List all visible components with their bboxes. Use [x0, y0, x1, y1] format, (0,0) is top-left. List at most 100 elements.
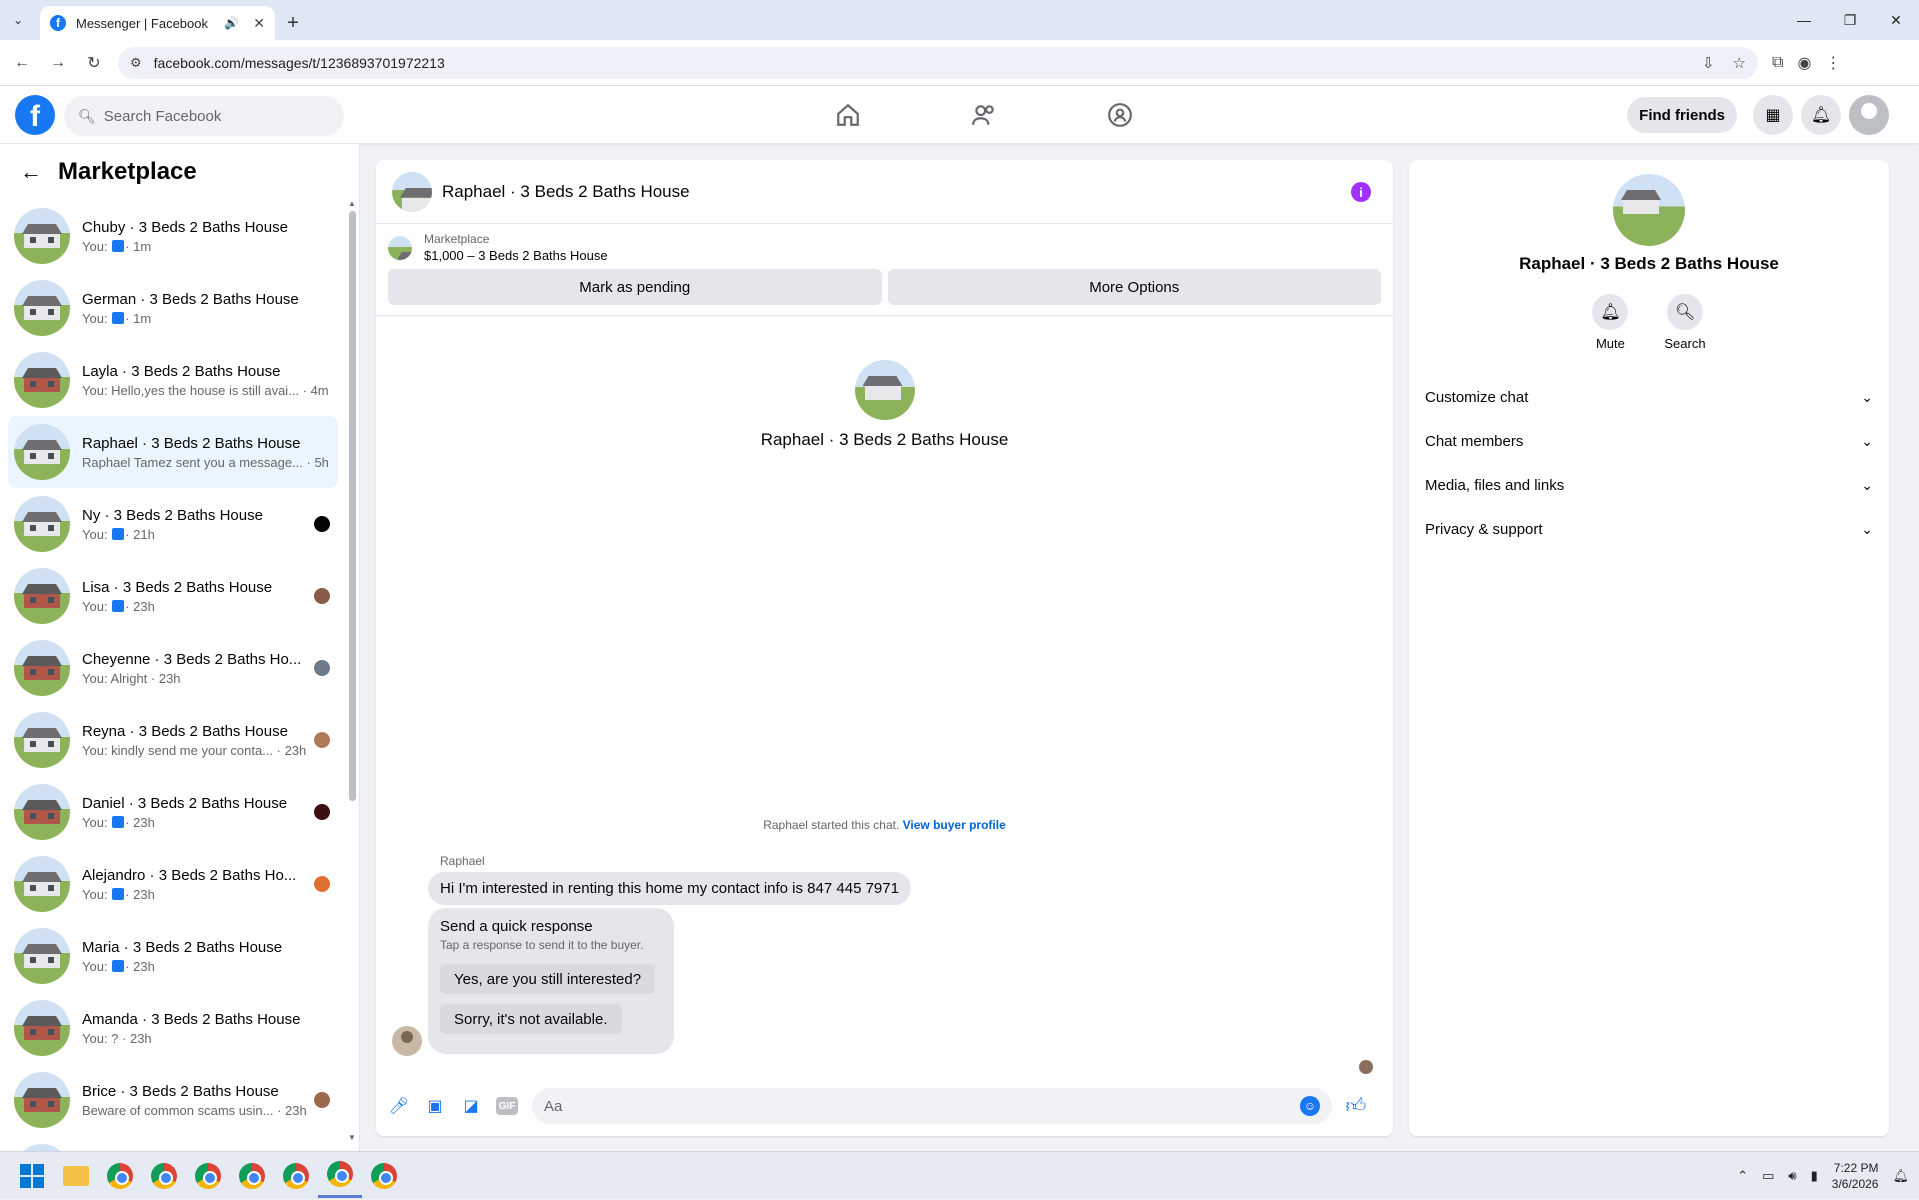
- chrome-taskbar-button[interactable]: [274, 1154, 318, 1198]
- chrome-taskbar-button[interactable]: [230, 1154, 274, 1198]
- like-thumb-icon[interactable]: 👍︎: [1344, 1094, 1368, 1118]
- chrome-taskbar-button[interactable]: [362, 1154, 406, 1198]
- more-options-button[interactable]: More Options: [887, 269, 1381, 305]
- install-app-icon[interactable]: ⇩: [1702, 54, 1715, 72]
- conversation-name: Maria · 3 Beds 2 Baths House: [82, 938, 283, 956]
- conversation-item[interactable]: Ny · 3 Beds 2 Baths House You: · 21h: [8, 488, 338, 560]
- start-button[interactable]: [10, 1154, 54, 1198]
- message-input[interactable]: Aa ☺: [532, 1088, 1332, 1124]
- conversation-item[interactable]: Chuby · 3 Beds 2 Baths House You: · 1m: [8, 200, 338, 272]
- chrome-taskbar-button[interactable]: [186, 1154, 230, 1198]
- new-tab-button[interactable]: +: [275, 6, 311, 40]
- quick-response-option[interactable]: Yes, are you still interested?: [440, 964, 656, 994]
- conversation-list: Chuby · 3 Beds 2 Baths House You: · 1m Ger…: [0, 200, 359, 1151]
- section-customize-chat[interactable]: Customize chat ⌄: [1409, 375, 1889, 419]
- menu-grid-icon[interactable]: ▦: [1753, 95, 1793, 135]
- conversation-preview: You: · 23h: [82, 958, 155, 974]
- incoming-message[interactable]: Hi I'm interested in renting this home m…: [428, 872, 911, 905]
- groups-icon[interactable]: [1052, 86, 1188, 144]
- quick-response-option[interactable]: Sorry, it's not available.: [440, 1004, 622, 1034]
- conversation-item[interactable]: Brice · 3 Beds 2 Baths House Beware of co…: [8, 1064, 338, 1136]
- search-facebook-input[interactable]: 🔍︎ Search Facebook: [64, 96, 344, 136]
- sidebar-scrollbar[interactable]: ▲ ▼: [348, 199, 356, 1142]
- read-receipt-avatar: [314, 588, 330, 604]
- chat-title[interactable]: Raphael · 3 Beds 2 Baths House: [442, 182, 690, 202]
- info-avatar[interactable]: [1613, 174, 1685, 246]
- conversation-item[interactable]: Alejandro · 3 Beds 2 Baths Ho... You: · 2…: [8, 848, 338, 920]
- clock-date: 3/6/2026: [1831, 1177, 1879, 1191]
- mute-button[interactable]: 🔔︎ Mute: [1592, 294, 1629, 351]
- facebook-logo-icon[interactable]: f: [15, 95, 55, 135]
- scroll-up-icon[interactable]: ▲: [348, 199, 356, 208]
- conversation-name: Chuby · 3 Beds 2 Baths House: [82, 218, 288, 236]
- url-text[interactable]: facebook.com/messages/t/1236893701972213: [154, 55, 445, 71]
- network-icon[interactable]: ▭: [1762, 1168, 1774, 1184]
- browser-tab[interactable]: f Messenger | Facebook 🔊 ✕: [40, 6, 275, 40]
- conversation-item[interactable]: Layla · 3 Beds 2 Baths House You: Hello,y…: [8, 344, 338, 416]
- chat-avatar[interactable]: [392, 171, 432, 212]
- menu-kebab-icon[interactable]: ⋮: [1825, 53, 1841, 73]
- extensions-icon[interactable]: ⧉: [1772, 54, 1783, 72]
- battery-icon[interactable]: ▮: [1811, 1168, 1818, 1184]
- started-text: Raphael started this chat.: [763, 818, 903, 832]
- listing-thumbnail: [388, 235, 412, 260]
- emoji-icon[interactable]: ☺: [1300, 1096, 1320, 1116]
- section-chat-members[interactable]: Chat members ⌄: [1409, 419, 1889, 463]
- like-thumb-icon: [112, 527, 125, 540]
- mark-as-pending-button[interactable]: Mark as pending: [388, 269, 882, 305]
- close-window-icon[interactable]: ✕: [1873, 0, 1919, 40]
- close-tab-icon[interactable]: ✕: [253, 15, 265, 32]
- home-icon[interactable]: [780, 86, 916, 144]
- gif-icon[interactable]: GIF: [496, 1097, 518, 1115]
- clock-time: 7:22 PM: [1833, 1161, 1879, 1175]
- conversation-item[interactable]: Terry · 3 Beds 2 Baths House: [8, 1136, 338, 1151]
- conversation-item[interactable]: Daniel · 3 Beds 2 Baths House You: · 23h: [8, 776, 338, 848]
- clock[interactable]: 7:22 PM 3/6/2026: [1832, 1160, 1879, 1192]
- restore-icon[interactable]: ❐: [1827, 0, 1873, 40]
- conversation-avatar: [14, 280, 70, 336]
- find-friends-button[interactable]: Find friends: [1627, 97, 1737, 133]
- conversation-item[interactable]: German · 3 Beds 2 Baths House You: · 1m: [8, 272, 338, 344]
- audio-playing-icon[interactable]: 🔊: [224, 16, 239, 30]
- conversation-preview: You: · 1m: [82, 238, 152, 254]
- notifications-bell-icon[interactable]: 🔔︎: [1801, 95, 1841, 135]
- conversation-item[interactable]: Amanda · 3 Beds 2 Baths House You: ? · 23…: [8, 992, 338, 1064]
- back-icon[interactable]: ←: [8, 49, 36, 77]
- conversation-item[interactable]: Maria · 3 Beds 2 Baths House You: · 23h: [8, 920, 338, 992]
- conversation-item[interactable]: Raphael · 3 Beds 2 Baths House Raphael Ta…: [8, 416, 338, 488]
- scroll-down-icon[interactable]: ▼: [348, 1133, 356, 1142]
- tab-search-dropdown-icon[interactable]: ⌄: [0, 0, 36, 40]
- back-arrow-icon[interactable]: ←: [20, 159, 42, 185]
- forward-icon[interactable]: →: [44, 49, 72, 77]
- tray-overflow-icon[interactable]: ⌃: [1737, 1168, 1748, 1184]
- chrome-taskbar-button[interactable]: [98, 1154, 142, 1198]
- file-explorer-button[interactable]: [54, 1154, 98, 1198]
- friends-icon[interactable]: [916, 86, 1052, 144]
- search-in-chat-button[interactable]: 🔍︎ Search: [1664, 294, 1706, 351]
- bookmark-star-icon[interactable]: ☆: [1733, 54, 1746, 72]
- sender-avatar[interactable]: [392, 1026, 422, 1056]
- minimize-icon[interactable]: —: [1781, 0, 1827, 40]
- info-icon[interactable]: i: [1351, 182, 1371, 202]
- view-buyer-profile-link[interactable]: View buyer profile: [903, 818, 1006, 832]
- tab-title: Messenger | Facebook: [76, 15, 208, 31]
- sticker-icon[interactable]: ◪: [460, 1095, 482, 1117]
- attach-image-icon[interactable]: ▣: [424, 1095, 446, 1117]
- conversation-item[interactable]: Reyna · 3 Beds 2 Baths House You: kindly …: [8, 704, 338, 776]
- volume-icon[interactable]: 🔊︎: [1788, 1168, 1796, 1184]
- conversation-item[interactable]: Cheyenne · 3 Beds 2 Baths Ho... You: Alri…: [8, 632, 338, 704]
- conversation-item[interactable]: Lisa · 3 Beds 2 Baths House You: · 23h: [8, 560, 338, 632]
- marketplace-listing[interactable]: Marketplace $1,000 – 3 Beds 2 Baths Hous…: [376, 224, 1393, 263]
- microphone-icon[interactable]: 🎤︎: [388, 1095, 410, 1117]
- reload-icon[interactable]: ↻: [80, 49, 108, 77]
- chrome-taskbar-button-active[interactable]: [318, 1154, 362, 1198]
- chrome-taskbar-button[interactable]: [142, 1154, 186, 1198]
- scrollbar-thumb[interactable]: [349, 211, 356, 801]
- account-avatar[interactable]: [1849, 95, 1889, 135]
- site-info-icon[interactable]: ⚙: [130, 55, 142, 71]
- notification-icon[interactable]: 🔔︎: [1892, 1168, 1909, 1184]
- address-bar[interactable]: ⚙ facebook.com/messages/t/12368937019722…: [118, 46, 1758, 79]
- section-media-files-links[interactable]: Media, files and links ⌄: [1409, 463, 1889, 507]
- profile-icon[interactable]: ◉: [1797, 53, 1811, 73]
- section-privacy-support[interactable]: Privacy & support ⌄: [1409, 507, 1889, 551]
